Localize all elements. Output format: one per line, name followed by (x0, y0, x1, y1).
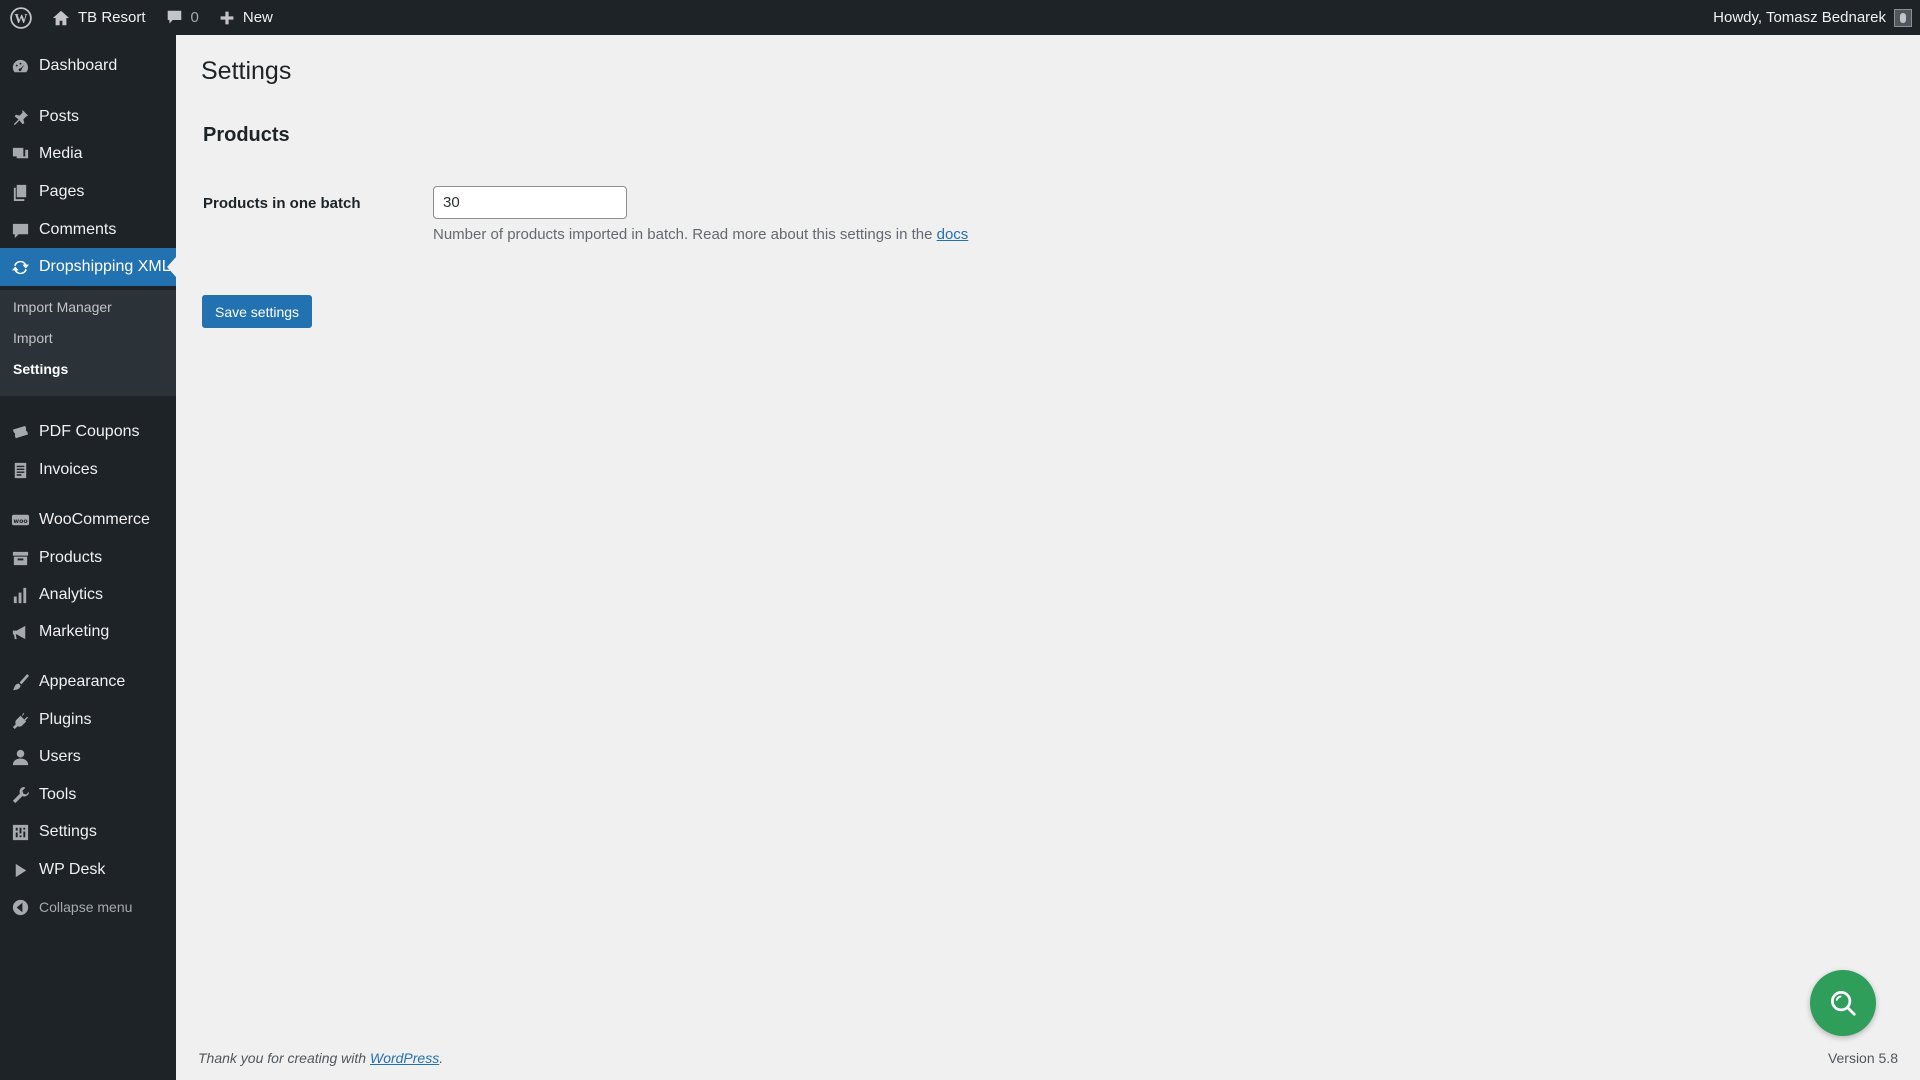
user-greeting: Howdy, Tomasz Bednarek (1713, 9, 1886, 26)
footer-version: Version 5.8 (1827, 1050, 1898, 1066)
sidebar-item-label: WP Desk (39, 861, 106, 878)
pages-icon (10, 182, 30, 202)
new-label: New (242, 9, 273, 26)
home-icon (52, 10, 70, 25)
sidebar-item-label: Invoices (39, 461, 98, 478)
bar-chart-icon (10, 585, 30, 605)
archive-icon (10, 548, 30, 568)
sidebar-item-label: Analytics (39, 586, 104, 603)
sliders-icon (10, 822, 30, 842)
sidebar-item-label: Plugins (39, 711, 92, 728)
collapse-icon (10, 897, 30, 917)
section-title: Products (203, 124, 290, 146)
search-icon (1831, 991, 1856, 1016)
plus-icon (220, 11, 234, 24)
sidebar-item-posts[interactable]: Posts (0, 98, 176, 136)
sidebar-item-label: Dropshipping XML (39, 258, 171, 275)
submenu-item-settings[interactable]: Settings (13, 361, 68, 377)
submenu-item-import[interactable]: Import (13, 330, 53, 346)
wordpress-logo-icon: W (10, 6, 32, 29)
paintbrush-icon (10, 672, 30, 692)
sidebar-item-label: Comments (39, 221, 117, 238)
user-icon (10, 747, 30, 767)
collapse-label: Collapse menu (39, 899, 133, 915)
sidebar-item-label: Settings (39, 823, 97, 840)
svg-text:woo: woo (13, 517, 27, 524)
svg-text:W: W (14, 10, 27, 25)
sidebar-item-users[interactable]: Users (0, 738, 176, 776)
docs-link[interactable]: docs (937, 226, 969, 243)
pushpin-icon (10, 107, 30, 127)
wrench-icon (10, 785, 30, 805)
footer-thanks-end: . (439, 1050, 444, 1066)
media-icon (10, 144, 30, 164)
admin-bar: W TB Resort 0 New Howdy, Tomasz Bednarek (0, 0, 1920, 35)
sidebar-item-label: Media (39, 145, 83, 162)
products-batch-input[interactable] (433, 186, 627, 219)
wordpress-link[interactable]: WordPress (370, 1050, 439, 1066)
sidebar-item-appearance[interactable]: Appearance (0, 663, 176, 701)
sidebar-item-analytics[interactable]: Analytics (0, 576, 176, 614)
sidebar-item-label: Marketing (39, 623, 110, 640)
sidebar-item-woocommerce[interactable]: woo WooCommerce (0, 501, 176, 539)
invoice-icon (10, 460, 30, 480)
products-batch-description: Number of products imported in batch. Re… (433, 226, 968, 243)
my-account-menu[interactable]: Howdy, Tomasz Bednarek (1703, 0, 1920, 35)
sidebar-item-label: Users (39, 748, 81, 765)
sidebar-item-label: Tools (39, 786, 77, 803)
sidebar-item-media[interactable]: Media (0, 135, 176, 173)
comments-link[interactable]: 0 (156, 0, 209, 35)
page-title: Settings (201, 57, 292, 85)
megaphone-icon (10, 622, 30, 642)
dashboard-icon (10, 56, 30, 76)
sidebar-item-comments[interactable]: Comments (0, 211, 176, 249)
submenu-item-import-manager[interactable]: Import Manager (13, 299, 112, 315)
new-content-button[interactable]: New (209, 0, 283, 35)
sidebar-item-pdf-coupons[interactable]: PDF Coupons (0, 413, 176, 451)
play-icon (10, 860, 30, 880)
main-content: Settings Products Products in one batch … (176, 35, 1920, 1080)
sidebar-item-invoices[interactable]: Invoices (0, 451, 176, 489)
save-settings-button[interactable]: Save settings (202, 295, 313, 328)
sidebar-item-products[interactable]: Products (0, 539, 176, 577)
dropshipping-submenu: Import Manager Import Settings (0, 290, 176, 396)
sidebar-item-plugins[interactable]: Plugins (0, 701, 176, 739)
site-name: TB Resort (78, 9, 146, 26)
wordpress-logo-button[interactable]: W (0, 0, 42, 35)
collapse-menu-button[interactable]: Collapse menu (0, 888, 176, 926)
comments-count: 0 (190, 9, 199, 26)
sidebar-item-marketing[interactable]: Marketing (0, 613, 176, 651)
avatar (1894, 8, 1912, 27)
site-name-link[interactable]: TB Resort (42, 0, 156, 35)
sidebar-item-tools[interactable]: Tools (0, 776, 176, 814)
tickets-icon (10, 422, 30, 442)
sidebar-item-wp-desk[interactable]: WP Desk (0, 851, 176, 889)
plug-icon (10, 710, 30, 730)
sidebar-item-label: Posts (39, 108, 80, 125)
woocommerce-icon: woo (10, 510, 30, 530)
footer-thanks: Thank you for creating with WordPress. (198, 1050, 443, 1066)
sidebar-item-label: PDF Coupons (39, 423, 140, 440)
admin-sidebar: Dashboard Posts Media Pages Comments Dro… (0, 35, 176, 1080)
sidebar-item-dropshipping-xml[interactable]: Dropshipping XML (0, 248, 176, 286)
sidebar-item-label: Appearance (39, 673, 126, 690)
sidebar-item-label: Pages (39, 183, 85, 200)
footer-thanks-text: Thank you for creating with (198, 1050, 370, 1066)
comment-icon (10, 220, 30, 240)
sidebar-item-label: WooCommerce (39, 511, 150, 528)
sidebar-item-pages[interactable]: Pages (0, 173, 176, 211)
comment-icon (167, 10, 181, 24)
sidebar-item-label: Dashboard (39, 57, 118, 74)
description-text: Number of products imported in batch. Re… (433, 226, 937, 243)
sidebar-item-label: Products (39, 549, 103, 566)
sidebar-item-dashboard[interactable]: Dashboard (0, 47, 176, 85)
products-batch-label: Products in one batch (203, 195, 361, 212)
sync-icon (10, 257, 30, 277)
sidebar-item-settings[interactable]: Settings (0, 813, 176, 851)
help-search-button[interactable] (1810, 970, 1876, 1036)
